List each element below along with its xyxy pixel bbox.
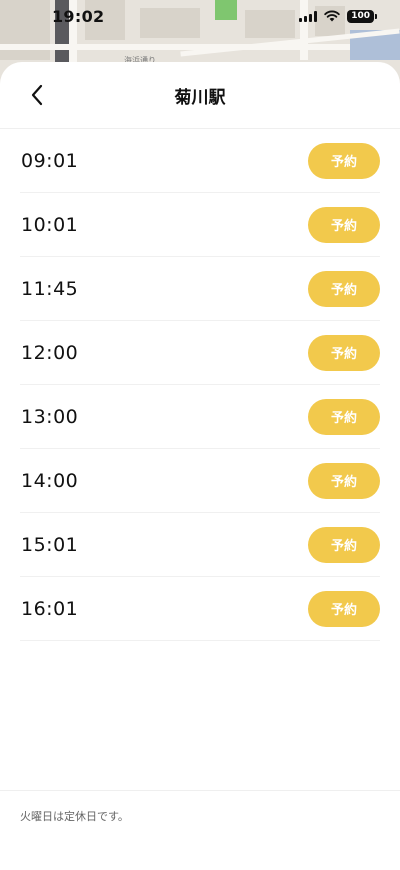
reserve-button[interactable]: 予約 [308, 526, 380, 563]
schedule-row: 11:45 予約 [20, 257, 380, 321]
schedule-row: 12:00 予約 [20, 321, 380, 385]
schedule-row: 13:00 予約 [20, 385, 380, 449]
battery-icon: 100 [347, 9, 377, 23]
departure-time: 14:00 [21, 469, 79, 492]
back-button[interactable] [22, 80, 52, 110]
reserve-button[interactable]: 予約 [308, 142, 380, 179]
reserve-button[interactable]: 予約 [308, 270, 380, 307]
schedule-row: 16:01 予約 [20, 577, 380, 641]
status-icons: 100 [299, 9, 377, 23]
departure-time: 11:45 [21, 277, 79, 300]
schedule-sheet: 菊川駅 09:01 予約 10:01 予約 11:45 予約 12:00 予約 … [0, 62, 400, 870]
reserve-button[interactable]: 予約 [308, 206, 380, 243]
chevron-left-icon [31, 84, 43, 106]
departure-time: 15:01 [21, 533, 79, 556]
departure-time: 10:01 [21, 213, 79, 236]
wifi-icon [324, 10, 340, 22]
page-title: 菊川駅 [174, 87, 226, 108]
schedule-row: 15:01 予約 [20, 513, 380, 577]
footer: 火曜日は定休日です。 [0, 790, 400, 870]
reserve-button[interactable]: 予約 [308, 462, 380, 499]
reserve-button[interactable]: 予約 [308, 334, 380, 371]
departure-time: 13:00 [21, 405, 79, 428]
reserve-button[interactable]: 予約 [308, 590, 380, 627]
closed-day-note: 火曜日は定休日です。 [20, 810, 129, 823]
departure-time: 12:00 [21, 341, 79, 364]
schedule-row: 09:01 予約 [20, 129, 380, 193]
schedule-list: 09:01 予約 10:01 予約 11:45 予約 12:00 予約 13:0… [0, 129, 400, 641]
departure-time: 16:01 [21, 597, 79, 620]
schedule-row: 14:00 予約 [20, 449, 380, 513]
departure-time: 09:01 [21, 149, 79, 172]
status-bar: 19:02 100 [0, 0, 400, 62]
schedule-row: 10:01 予約 [20, 193, 380, 257]
status-time: 19:02 [52, 6, 105, 26]
reserve-button[interactable]: 予約 [308, 398, 380, 435]
signal-icon [299, 10, 318, 22]
header: 菊川駅 [0, 62, 400, 129]
